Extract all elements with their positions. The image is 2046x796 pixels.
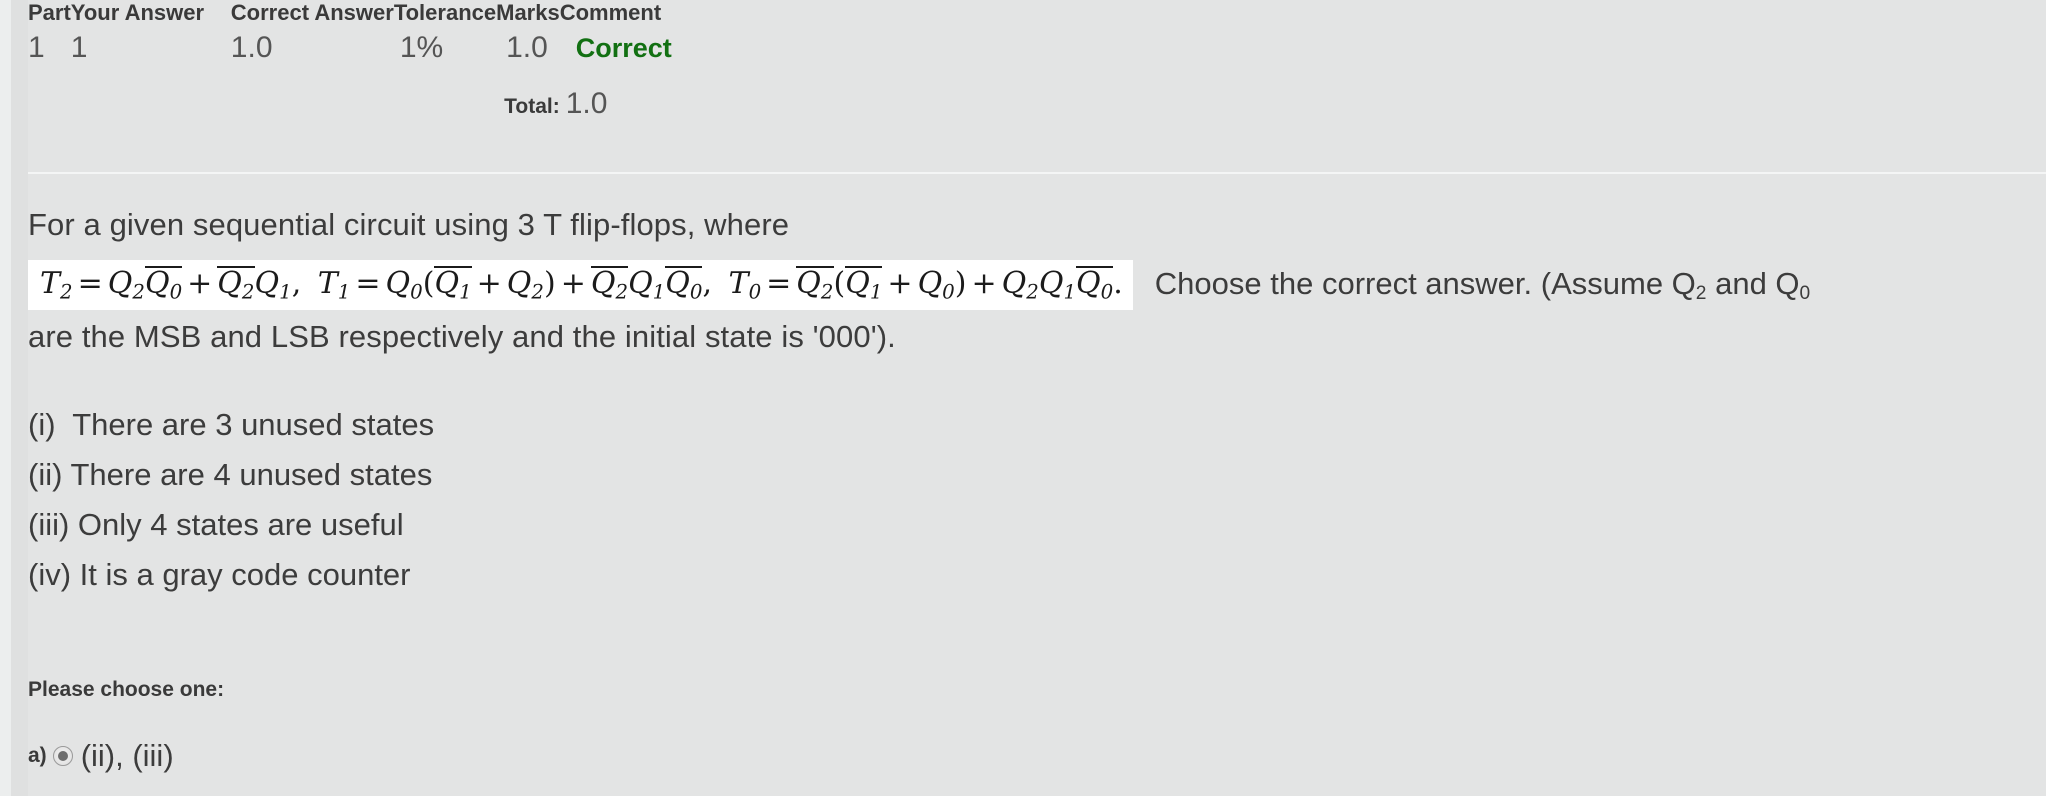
formula-math: T2 = Q2Q0 + Q2Q1, T1 = Q0(Q1 + Q2) + Q2Q1Q0, T0 = Q2… [40,266,1123,304]
formula-image-box: T2 = Q2Q0 + Q2Q1, T1 = Q0(Q1 + Q2) + Q2Q1Q0, T0 = Q2… [28,260,1133,310]
question-statement-list: (i) There are 3 unused states (ii) There… [28,400,2046,600]
statement-ii: (ii) There are 4 unused states [28,457,433,492]
cell-your-answer: 1 [70,31,88,64]
table-row: 1 1 1.0 1% 1.0 Correct [28,26,760,70]
radio-button-option-a[interactable] [52,746,73,766]
question-body: For a given sequential circuit using 3 T… [28,202,2046,600]
header-marks: Marks [496,0,560,25]
tail-before: Choose the correct answer. (Assume Q [1154,265,1696,301]
grading-summary-table: Part Your Answer Correct Answer Toleranc… [28,0,760,129]
header-comment: Comment [559,0,662,25]
answer-prompt-label: Please choose one: [28,678,225,701]
grading-header-row: Part Your Answer Correct Answer Toleranc… [28,0,760,26]
total-spacer-1 [28,70,71,129]
total-label: Total: [504,95,560,118]
tail-middle: and Q [1706,265,1800,301]
total-label-cell: Total: [496,70,560,129]
grading-table-body: 1 1 1.0 1% 1.0 Correct Total: 1.0 [28,26,760,129]
header-your-answer: Your Answer [70,0,205,25]
page-gutter-outer [0,0,11,796]
quiz-review-page: Part Your Answer Correct Answer Toleranc… [28,0,2046,796]
question-second-line: are the MSB and LSB respectively and the… [28,319,896,354]
statement-iii: (iii) Only 4 states are useful [28,507,404,542]
answer-option-row[interactable]: a) (ii), (iii) [28,738,174,774]
total-spacer-2 [71,70,231,129]
tail-sub-q2: 2 [1695,282,1707,304]
grading-table-head: Part Your Answer Correct Answer Toleranc… [28,0,760,26]
statement-i: (i) There are 3 unused states [28,407,435,442]
status-badge: Correct [575,33,672,63]
cell-tolerance: 1% [399,31,444,64]
total-value-cell: 1.0 [560,70,760,129]
tail-sub-q0: 0 [1799,282,1811,304]
cell-marks: 1.0 [506,31,548,64]
header-part: Part [28,0,71,25]
total-spacer-3 [231,70,394,129]
section-divider [28,172,2046,174]
total-value: 1.0 [565,87,608,120]
header-correct-answer: Correct Answer [230,0,394,25]
grading-total-row: Total: 1.0 [28,70,760,129]
statement-iv: (iv) It is a gray code counter [28,557,411,592]
question-tail-text: Choose the correct answer. (Assume Q2 an… [1155,266,1810,305]
total-spacer-4 [394,70,496,129]
header-tolerance: Tolerance [393,0,497,25]
question-formula-row: T2 = Q2Q0 + Q2Q1, T1 = Q0(Q1 + Q2) + Q2Q1Q0, T0 = Q2… [28,260,2046,310]
page-gutter-inner [11,0,28,796]
cell-correct-answer: 1.0 [230,31,273,64]
answer-option-label: (ii), (iii) [80,738,174,773]
question-intro-line: For a given sequential circuit using 3 T… [28,207,790,242]
answer-option-letter: a) [28,744,47,767]
cell-part: 1 [28,31,45,64]
